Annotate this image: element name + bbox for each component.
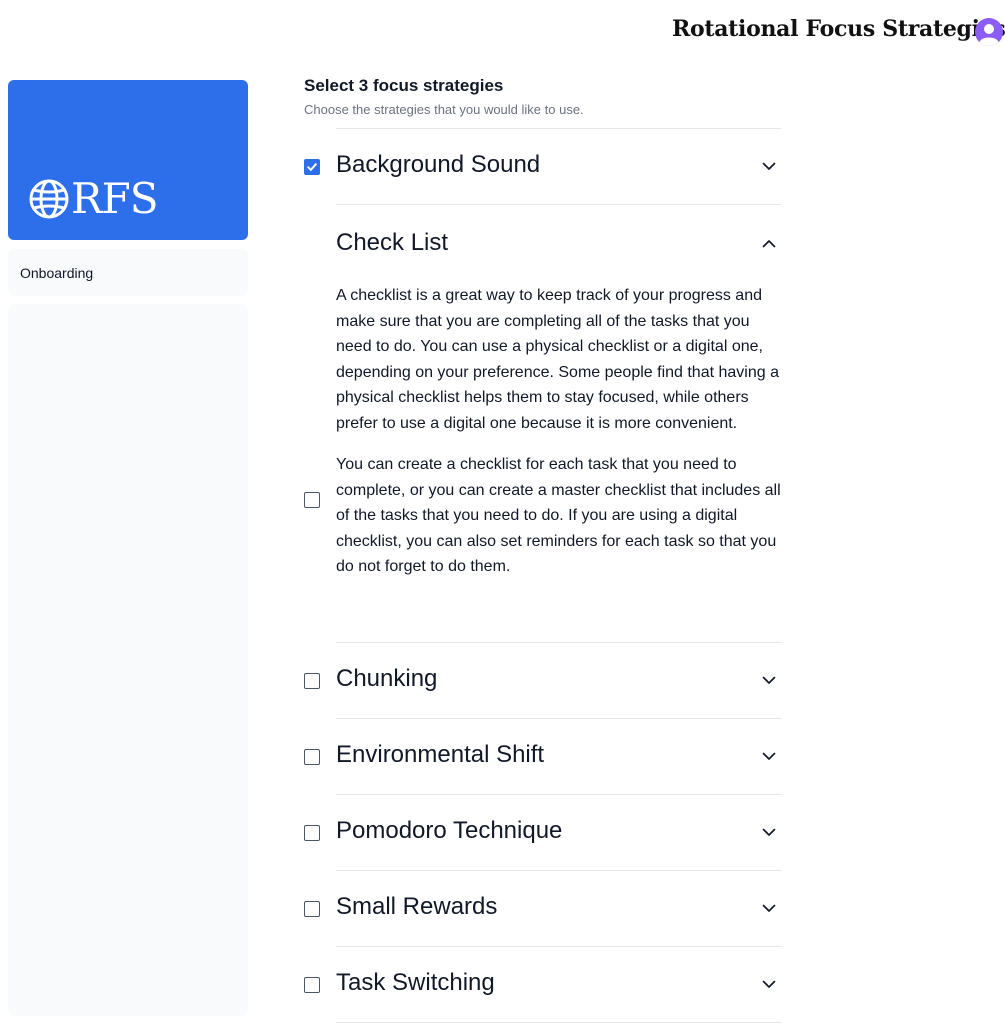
checkmark-icon [307, 163, 317, 171]
strategy-pomodoro-technique[interactable]: Pomodoro Technique [304, 795, 781, 870]
strategy-small-rewards[interactable]: Small Rewards [304, 871, 781, 946]
chevron-down-icon[interactable] [761, 900, 777, 916]
strategy-environmental-shift[interactable]: Environmental Shift [304, 719, 781, 794]
section-subheading: Choose the strategies that you would lik… [304, 102, 584, 117]
chevron-down-icon[interactable] [761, 976, 777, 992]
strategy-checkbox[interactable] [304, 673, 320, 689]
sidebar-item-onboarding[interactable]: Onboarding [8, 249, 248, 296]
logo-text: RFS [71, 174, 159, 223]
user-avatar-icon[interactable] [975, 18, 1003, 46]
description-paragraph: You can create a checklist for each task… [336, 456, 781, 575]
globe-icon [29, 179, 69, 219]
strategy-checkbox[interactable] [304, 749, 320, 765]
logo-card[interactable]: RFS [8, 80, 248, 240]
strategy-title[interactable]: Chunking [336, 665, 437, 693]
sidebar-panel [8, 304, 248, 1016]
sidebar-item-label: Onboarding [20, 264, 94, 281]
description-paragraph: A checklist is a great way to keep track… [336, 287, 779, 432]
strategy-checkbox[interactable] [304, 901, 320, 917]
strategy-checkbox[interactable] [304, 492, 320, 508]
strategy-check-list[interactable]: Check List A checklist is a great way to… [304, 205, 781, 642]
strategy-title[interactable]: Check List [336, 229, 448, 257]
chevron-down-icon[interactable] [761, 158, 777, 174]
chevron-up-icon[interactable] [761, 236, 777, 252]
strategy-task-switching[interactable]: Task Switching [304, 947, 781, 1022]
chevron-down-icon[interactable] [761, 824, 777, 840]
strategy-title[interactable]: Pomodoro Technique [336, 817, 562, 845]
logo: RFS [28, 174, 159, 223]
strategy-title[interactable]: Environmental Shift [336, 741, 544, 769]
strategy-title[interactable]: Small Rewards [336, 893, 497, 921]
section-heading: Select 3 focus strategies [304, 76, 504, 95]
strategy-checkbox[interactable] [304, 825, 320, 841]
strategy-checkbox[interactable] [304, 977, 320, 993]
strategy-background-sound[interactable]: Background Sound [304, 129, 781, 204]
strategy-title[interactable]: Background Sound [336, 151, 540, 179]
strategy-description: A checklist is a great way to keep track… [336, 283, 781, 580]
chevron-down-icon[interactable] [761, 672, 777, 688]
strategy-list: Background Sound Check List A checklist … [304, 128, 781, 1023]
app-title: Rotational Focus Strategies [672, 16, 1005, 42]
strategy-title[interactable]: Task Switching [336, 969, 495, 997]
divider [336, 1022, 781, 1023]
strategy-chunking[interactable]: Chunking [304, 643, 781, 718]
chevron-down-icon[interactable] [761, 748, 777, 764]
strategy-checkbox[interactable] [304, 159, 320, 175]
